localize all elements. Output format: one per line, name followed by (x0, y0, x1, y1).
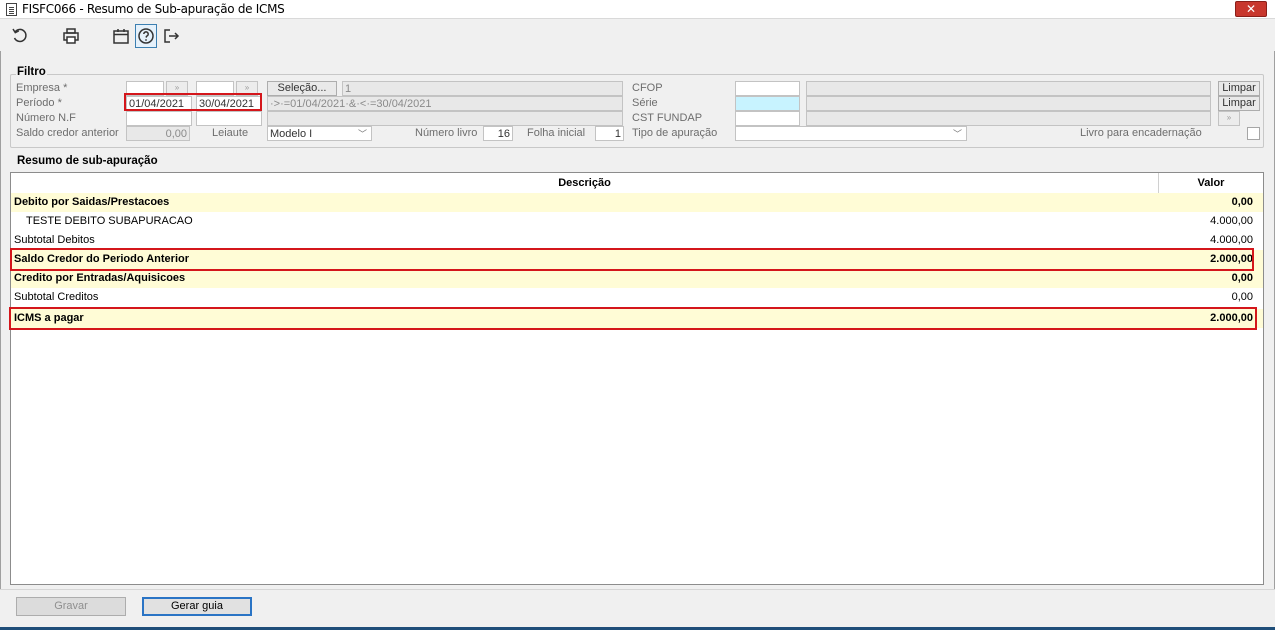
numero-nf-expression (267, 111, 623, 126)
cfop-label: CFOP (632, 82, 663, 94)
numero-nf-label: Número N.F (16, 112, 76, 124)
table-row[interactable]: Credito por Entradas/Aquisicoes 0,00 (11, 269, 1263, 288)
limpar-serie-button[interactable]: Limpar (1218, 96, 1260, 111)
resumo-section-label: Resumo de sub-apuração (17, 155, 158, 167)
document-icon (6, 3, 17, 16)
tipo-apuracao-label: Tipo de apuração (632, 127, 718, 139)
chevron-down-icon: ﹀ (357, 129, 367, 139)
serie-label: Série (632, 97, 658, 109)
saldo-credor-input: 0,00 (126, 126, 190, 141)
numero-nf-end-input[interactable] (196, 111, 262, 126)
livro-encadernacao-label: Livro para encadernação (1080, 127, 1202, 139)
table-row[interactable]: TESTE DEBITO SUBAPURACAO 4.000,00 (11, 212, 1263, 231)
gravar-button[interactable]: Gravar (16, 597, 126, 616)
cst-fundap-lookup-button[interactable]: » (1218, 111, 1240, 126)
icms-a-pagar-highlight-box (9, 307, 1257, 330)
row-valor: 0,00 (1231, 291, 1253, 303)
periodo-expression: ·>·=01/04/2021·&·<·=30/04/2021 (267, 96, 623, 111)
cfop-input[interactable] (735, 81, 800, 96)
toolbar (0, 19, 1275, 51)
limpar-cfop-button[interactable]: Limpar (1218, 81, 1260, 96)
row-valor: 0,00 (1231, 196, 1253, 208)
window-title: FISFC066 - Resumo de Sub-apuração de ICM… (22, 2, 285, 16)
empresa-label: Empresa * (16, 82, 68, 94)
leiaute-select[interactable]: Modelo I ﹀ (267, 126, 372, 141)
folha-inicial-label: Folha inicial (527, 127, 586, 139)
serie-list (806, 96, 1211, 111)
exit-icon[interactable] (160, 24, 182, 48)
tipo-apuracao-select[interactable]: ﹀ (735, 126, 967, 141)
row-descricao: Subtotal Creditos (14, 291, 99, 303)
calendar-icon[interactable] (110, 24, 132, 48)
selecao-value: 1 (342, 81, 623, 96)
saldo-credor-highlight-box (10, 248, 1254, 271)
row-descricao: TESTE DEBITO SUBAPURACAO (26, 215, 193, 227)
filter-legend: Filtro (16, 66, 47, 78)
livro-encadernacao-checkbox[interactable] (1247, 127, 1260, 140)
row-descricao: Debito por Saidas/Prestacoes (14, 196, 170, 208)
serie-input[interactable] (735, 96, 800, 111)
cst-fundap-input[interactable] (735, 111, 800, 126)
close-button[interactable]: ✕ (1235, 1, 1267, 17)
row-valor: 4.000,00 (1210, 215, 1253, 227)
print-icon[interactable] (60, 24, 82, 48)
numero-nf-start-input[interactable] (126, 111, 192, 126)
numero-livro-input[interactable]: 16 (483, 126, 513, 141)
row-descricao: Credito por Entradas/Aquisicoes (14, 272, 186, 284)
table-row[interactable]: Subtotal Creditos 0,00 (11, 288, 1263, 307)
chevron-down-icon: ﹀ (952, 129, 962, 139)
cfop-list (806, 81, 1211, 96)
column-header-descricao[interactable]: Descrição (11, 173, 1159, 194)
periodo-highlight-box (124, 93, 262, 111)
periodo-label: Período * (16, 97, 62, 109)
leiaute-value: Modelo I (270, 128, 313, 140)
selecao-button[interactable]: Seleção... (267, 81, 337, 96)
help-icon[interactable] (135, 24, 157, 48)
gerar-guia-button[interactable]: Gerar guia (142, 597, 252, 616)
row-valor: 0,00 (1231, 272, 1253, 284)
resumo-grid: Descrição Valor Debito por Saidas/Presta… (10, 172, 1264, 585)
cst-fundap-list (806, 111, 1211, 126)
cst-fundap-label: CST FUNDAP (632, 112, 703, 124)
refresh-icon[interactable] (9, 24, 31, 48)
folha-inicial-input[interactable]: 1 (595, 126, 624, 141)
numero-livro-label: Número livro (415, 127, 478, 139)
leiaute-label: Leiaute (212, 127, 249, 139)
saldo-credor-label: Saldo credor anterior (16, 127, 119, 139)
column-header-valor[interactable]: Valor (1159, 173, 1263, 194)
table-row[interactable]: Debito por Saidas/Prestacoes 0,00 (11, 193, 1263, 212)
